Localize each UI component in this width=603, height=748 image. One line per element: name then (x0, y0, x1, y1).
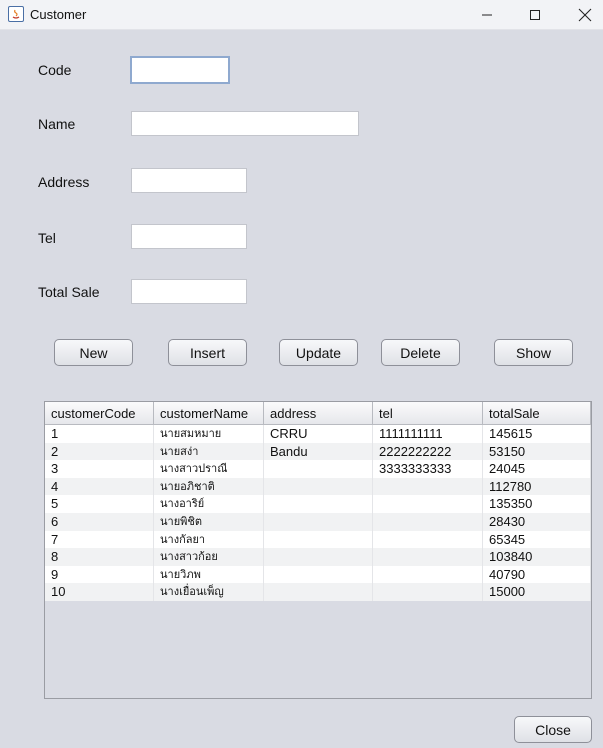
table-body: 1 นายสมหมาย CRRU 1111111111 145615 2 นายสง่า Ba… (45, 425, 591, 601)
table-header: customerCode customerName address tel to… (45, 402, 591, 425)
table-row[interactable]: 9 นายวิภพ 40790 (45, 565, 591, 584)
table-cell[interactable]: 6 (45, 512, 154, 531)
show-button[interactable]: Show (494, 339, 573, 366)
close-button[interactable]: Close (514, 716, 592, 743)
table-row[interactable]: 8 นางสาวก้อย 103840 (45, 548, 591, 566)
table-cell[interactable]: 15000 (483, 583, 591, 601)
column-header[interactable]: totalSale (483, 402, 591, 425)
table-cell[interactable]: 135350 (483, 495, 591, 513)
table-cell[interactable] (373, 530, 483, 549)
table-cell[interactable]: 53150 (483, 442, 591, 461)
table-cell[interactable] (373, 548, 483, 566)
name-label: Name (38, 116, 76, 132)
new-button[interactable]: New (54, 339, 133, 366)
table-cell[interactable]: Bandu (264, 442, 373, 461)
close-icon (578, 8, 592, 22)
table-cell[interactable]: นายอภิชาติ (154, 477, 264, 496)
table-cell[interactable] (264, 495, 373, 513)
column-header[interactable]: address (264, 402, 373, 425)
address-label: Address (38, 174, 90, 190)
table-cell[interactable]: นางกัลยา (154, 530, 264, 549)
table-row[interactable]: 6 นายพิชิต 28430 (45, 512, 591, 531)
code-field[interactable] (130, 56, 230, 84)
table-cell[interactable]: 40790 (483, 565, 591, 584)
table-row[interactable]: 7 นางกัลยา 65345 (45, 530, 591, 549)
table-cell[interactable]: 65345 (483, 530, 591, 549)
table-cell[interactable]: CRRU (264, 425, 373, 443)
column-header[interactable]: tel (373, 402, 483, 425)
tel-label: Tel (38, 230, 56, 246)
table-cell[interactable] (264, 477, 373, 496)
table-cell[interactable]: 2222222222 (373, 442, 483, 461)
table-cell[interactable] (373, 512, 483, 531)
table-row[interactable]: 3 นางสาวปราณี 3333333333 24045 (45, 460, 591, 478)
table-cell[interactable]: นางสาวปราณี (154, 460, 264, 478)
delete-button[interactable]: Delete (381, 339, 460, 366)
table-row[interactable]: 2 นายสง่า Bandu 2222222222 53150 (45, 442, 591, 461)
minimize-button[interactable] (463, 0, 511, 30)
table-cell[interactable]: 8 (45, 548, 154, 566)
table-cell[interactable]: 7 (45, 530, 154, 549)
maximize-icon (530, 10, 540, 20)
table-cell[interactable]: 3 (45, 460, 154, 478)
table-cell[interactable]: 1111111111 (373, 425, 483, 443)
table-row[interactable]: 4 นายอภิชาติ 112780 (45, 477, 591, 496)
table-cell[interactable] (264, 460, 373, 478)
table-cell[interactable] (373, 477, 483, 496)
insert-button[interactable]: Insert (168, 339, 247, 366)
table-cell[interactable]: 103840 (483, 548, 591, 566)
close-window-button[interactable] (561, 0, 603, 30)
table-cell[interactable]: 24045 (483, 460, 591, 478)
total-sale-field[interactable] (131, 279, 247, 304)
table-cell[interactable] (264, 512, 373, 531)
table-row[interactable]: 1 นายสมหมาย CRRU 1111111111 145615 (45, 425, 591, 443)
total-sale-label: Total Sale (38, 284, 100, 300)
address-field[interactable] (131, 168, 247, 193)
name-field[interactable] (131, 111, 359, 136)
column-header[interactable]: customerCode (45, 402, 154, 425)
table-cell[interactable]: 2 (45, 442, 154, 461)
table-cell[interactable]: นายพิชิต (154, 512, 264, 531)
table-cell[interactable]: 5 (45, 495, 154, 513)
table-cell[interactable]: 112780 (483, 477, 591, 496)
customer-table[interactable]: customerCode customerName address tel to… (44, 401, 592, 699)
table-cell[interactable]: 10 (45, 583, 154, 601)
table-cell[interactable] (373, 495, 483, 513)
table-cell[interactable]: 145615 (483, 425, 591, 443)
table-cell[interactable] (264, 583, 373, 601)
table-cell[interactable] (264, 548, 373, 566)
table-row[interactable]: 10 นางเยื่อนเพ็ญ 15000 (45, 583, 591, 601)
table-cell[interactable]: 4 (45, 477, 154, 496)
minimize-icon (482, 14, 492, 16)
table-cell[interactable] (264, 565, 373, 584)
window-title: Customer (30, 7, 87, 22)
table-cell[interactable]: นางอาริย์ (154, 495, 264, 513)
table-cell[interactable]: นายสง่า (154, 442, 264, 461)
table-cell[interactable]: 28430 (483, 512, 591, 531)
table-cell[interactable]: 9 (45, 565, 154, 584)
table-cell[interactable]: นางเยื่อนเพ็ญ (154, 583, 264, 601)
maximize-button[interactable] (511, 0, 559, 30)
table-cell[interactable]: 1 (45, 425, 154, 443)
table-cell[interactable]: นายวิภพ (154, 565, 264, 584)
table-cell[interactable] (373, 583, 483, 601)
table-row[interactable]: 5 นางอาริย์ 135350 (45, 495, 591, 513)
update-button[interactable]: Update (279, 339, 358, 366)
table-cell[interactable] (264, 530, 373, 549)
title-bar: Customer (0, 0, 603, 30)
table-cell[interactable]: 3333333333 (373, 460, 483, 478)
code-label: Code (38, 62, 72, 78)
table-cell[interactable] (373, 565, 483, 584)
column-header[interactable]: customerName (154, 402, 264, 425)
table-cell[interactable]: นางสาวก้อย (154, 548, 264, 566)
java-app-icon (8, 6, 24, 22)
tel-field[interactable] (131, 224, 247, 249)
table-cell[interactable]: นายสมหมาย (154, 425, 264, 443)
